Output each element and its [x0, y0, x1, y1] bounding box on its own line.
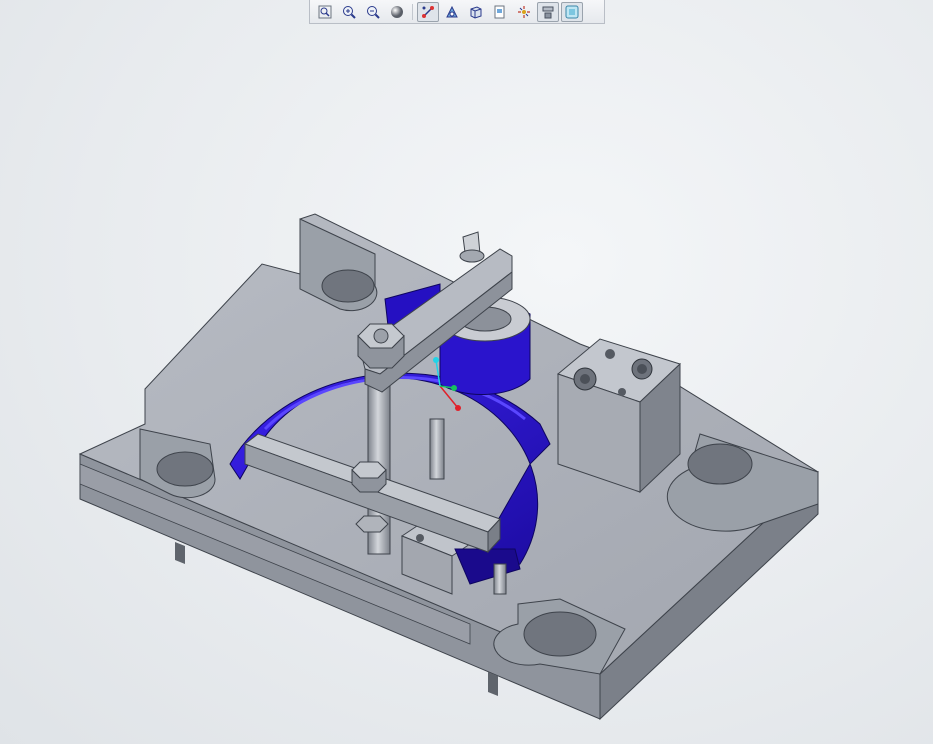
toolbar-separator [412, 3, 413, 20]
model-viewport[interactable] [0, 24, 933, 744]
zoom-fit-icon [318, 5, 332, 18]
hex-nut-upper[interactable] [357, 323, 405, 369]
view-cube-icon [470, 5, 482, 19]
shading-button[interactable] [386, 2, 408, 22]
view-orient-button[interactable] [441, 2, 463, 22]
datum-axes-button[interactable] [417, 1, 439, 22]
zoom-out-button[interactable] [362, 2, 384, 22]
saved-views-button[interactable] [489, 2, 511, 22]
datum-axes-icon [422, 5, 434, 18]
saved-views-icon [494, 5, 505, 18]
display-style-button[interactable] [537, 1, 559, 22]
spin-center-button[interactable] [513, 2, 535, 22]
view-orient-icon [446, 5, 458, 17]
zoom-fit-button[interactable] [314, 2, 336, 22]
display-style-icon [542, 6, 554, 18]
model-display-button[interactable] [561, 1, 583, 22]
zoom-in-icon [343, 5, 356, 19]
zoom-out-icon [367, 5, 380, 19]
spin-center-icon [518, 5, 530, 18]
view-toolbar [309, 0, 605, 24]
zoom-in-button[interactable] [338, 2, 360, 22]
locating-block[interactable] [556, 338, 681, 494]
model-display-icon [565, 5, 579, 18]
view-cube-button[interactable] [465, 2, 487, 22]
shading-sphere-icon [391, 5, 403, 18]
